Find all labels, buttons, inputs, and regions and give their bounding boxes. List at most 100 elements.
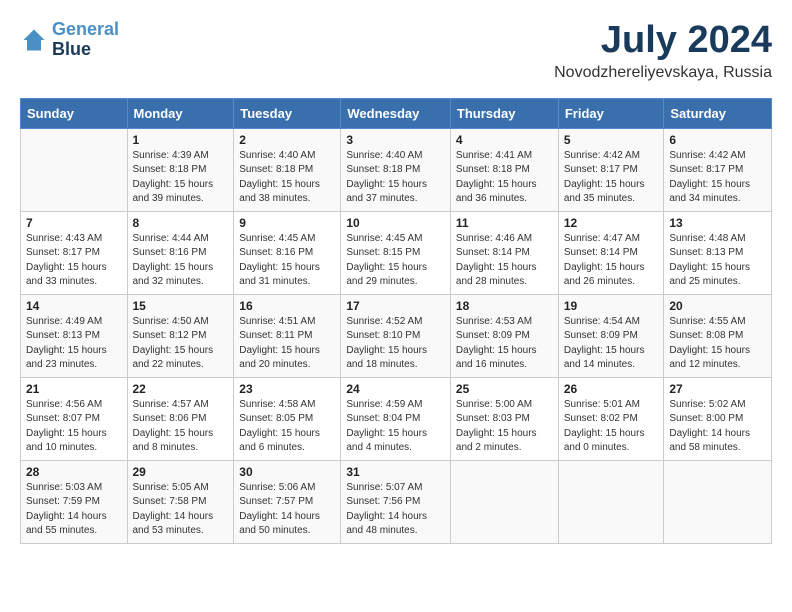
day-info: Sunrise: 4:54 AMSunset: 8:09 PMDaylight:… xyxy=(564,315,659,373)
calendar-cell: 3 Sunrise: 4:40 AMSunset: 8:18 PMDaylight… xyxy=(341,128,451,211)
column-header-friday: Friday xyxy=(558,98,664,128)
day-number: 18 xyxy=(456,299,553,313)
calendar-table: SundayMondayTuesdayWednesdayThursdayFrid… xyxy=(20,98,772,544)
calendar-body: 1 Sunrise: 4:39 AMSunset: 8:18 PMDaylight… xyxy=(21,128,772,543)
day-number: 15 xyxy=(133,299,229,313)
day-info: Sunrise: 4:57 AMSunset: 8:06 PMDaylight:… xyxy=(133,398,229,456)
calendar-cell: 12Sunrise: 4:47 AMSunset: 8:14 PMDayligh… xyxy=(558,211,664,294)
logo: General Blue xyxy=(20,20,119,60)
logo-text: General Blue xyxy=(52,20,119,60)
day-info: Sunrise: 4:55 AMSunset: 8:08 PMDaylight:… xyxy=(669,315,766,373)
day-info: Sunrise: 4:43 AMSunset: 8:17 PMDaylight:… xyxy=(26,232,122,290)
day-info: Sunrise: 4:50 AMSunset: 8:12 PMDaylight:… xyxy=(133,315,229,373)
calendar-cell: 20 Sunrise: 4:55 AMSunset: 8:08 PMDayligh… xyxy=(664,294,772,377)
day-number: 30 xyxy=(239,465,335,479)
calendar-cell: 2 Sunrise: 4:40 AMSunset: 8:18 PMDaylight… xyxy=(234,128,341,211)
day-info: Sunrise: 4:45 AMSunset: 8:16 PMDaylight:… xyxy=(239,232,335,290)
day-number: 25 xyxy=(456,382,553,396)
calendar-cell: 14Sunrise: 4:49 AMSunset: 8:13 PMDayligh… xyxy=(21,294,128,377)
calendar-cell: 1 Sunrise: 4:39 AMSunset: 8:18 PMDaylight… xyxy=(127,128,234,211)
calendar-cell xyxy=(558,460,664,543)
day-info: Sunrise: 4:51 AMSunset: 8:11 PMDaylight:… xyxy=(239,315,335,373)
column-header-wednesday: Wednesday xyxy=(341,98,451,128)
calendar-cell xyxy=(450,460,558,543)
day-info: Sunrise: 4:48 AMSunset: 8:13 PMDaylight:… xyxy=(669,232,766,290)
day-number: 28 xyxy=(26,465,122,479)
calendar-cell xyxy=(664,460,772,543)
calendar-week-5: 28 Sunrise: 5:03 AMSunset: 7:59 PMDayligh… xyxy=(21,460,772,543)
day-info: Sunrise: 4:58 AMSunset: 8:05 PMDaylight:… xyxy=(239,398,335,456)
calendar-cell: 30 Sunrise: 5:06 AMSunset: 7:57 PMDayligh… xyxy=(234,460,341,543)
day-number: 23 xyxy=(239,382,335,396)
day-number: 14 xyxy=(26,299,122,313)
calendar-cell: 18 Sunrise: 4:53 AMSunset: 8:09 PMDayligh… xyxy=(450,294,558,377)
day-number: 4 xyxy=(456,133,553,147)
calendar-cell: 19 Sunrise: 4:54 AMSunset: 8:09 PMDayligh… xyxy=(558,294,664,377)
day-info: Sunrise: 4:39 AMSunset: 8:18 PMDaylight:… xyxy=(133,149,229,207)
calendar-cell: 29 Sunrise: 5:05 AMSunset: 7:58 PMDayligh… xyxy=(127,460,234,543)
day-info: Sunrise: 5:06 AMSunset: 7:57 PMDaylight:… xyxy=(239,481,335,539)
logo-icon xyxy=(20,26,48,54)
calendar-week-4: 21Sunrise: 4:56 AMSunset: 8:07 PMDayligh… xyxy=(21,377,772,460)
day-number: 22 xyxy=(133,382,229,396)
day-info: Sunrise: 5:05 AMSunset: 7:58 PMDaylight:… xyxy=(133,481,229,539)
calendar-cell: 15 Sunrise: 4:50 AMSunset: 8:12 PMDayligh… xyxy=(127,294,234,377)
day-number: 8 xyxy=(133,216,229,230)
calendar-header-row: SundayMondayTuesdayWednesdayThursdayFrid… xyxy=(21,98,772,128)
day-number: 2 xyxy=(239,133,335,147)
day-number: 19 xyxy=(564,299,659,313)
calendar-cell: 22 Sunrise: 4:57 AMSunset: 8:06 PMDayligh… xyxy=(127,377,234,460)
day-number: 7 xyxy=(26,216,122,230)
calendar-cell: 26 Sunrise: 5:01 AMSunset: 8:02 PMDayligh… xyxy=(558,377,664,460)
day-number: 20 xyxy=(669,299,766,313)
day-info: Sunrise: 4:46 AMSunset: 8:14 PMDaylight:… xyxy=(456,232,553,290)
calendar-cell: 16 Sunrise: 4:51 AMSunset: 8:11 PMDayligh… xyxy=(234,294,341,377)
day-number: 29 xyxy=(133,465,229,479)
calendar-cell: 17 Sunrise: 4:52 AMSunset: 8:10 PMDayligh… xyxy=(341,294,451,377)
calendar-cell: 5 Sunrise: 4:42 AMSunset: 8:17 PMDaylight… xyxy=(558,128,664,211)
day-info: Sunrise: 4:59 AMSunset: 8:04 PMDaylight:… xyxy=(346,398,445,456)
day-number: 31 xyxy=(346,465,445,479)
calendar-cell: 31 Sunrise: 5:07 AMSunset: 7:56 PMDayligh… xyxy=(341,460,451,543)
day-number: 6 xyxy=(669,133,766,147)
calendar-cell: 11 Sunrise: 4:46 AMSunset: 8:14 PMDayligh… xyxy=(450,211,558,294)
day-info: Sunrise: 4:42 AMSunset: 8:17 PMDaylight:… xyxy=(564,149,659,207)
day-info: Sunrise: 5:00 AMSunset: 8:03 PMDaylight:… xyxy=(456,398,553,456)
day-number: 17 xyxy=(346,299,445,313)
calendar-cell: 10Sunrise: 4:45 AMSunset: 8:15 PMDayligh… xyxy=(341,211,451,294)
day-info: Sunrise: 4:47 AMSunset: 8:14 PMDaylight:… xyxy=(564,232,659,290)
page-header: General Blue July 2024 Novodzhereliyevsk… xyxy=(20,20,772,82)
day-number: 16 xyxy=(239,299,335,313)
day-info: Sunrise: 5:03 AMSunset: 7:59 PMDaylight:… xyxy=(26,481,122,539)
day-info: Sunrise: 4:40 AMSunset: 8:18 PMDaylight:… xyxy=(239,149,335,207)
day-info: Sunrise: 5:01 AMSunset: 8:02 PMDaylight:… xyxy=(564,398,659,456)
day-number: 5 xyxy=(564,133,659,147)
calendar-cell: 23 Sunrise: 4:58 AMSunset: 8:05 PMDayligh… xyxy=(234,377,341,460)
calendar-week-3: 14Sunrise: 4:49 AMSunset: 8:13 PMDayligh… xyxy=(21,294,772,377)
day-number: 11 xyxy=(456,216,553,230)
month-title: July 2024 xyxy=(554,20,772,62)
day-info: Sunrise: 4:40 AMSunset: 8:18 PMDaylight:… xyxy=(346,149,445,207)
day-number: 26 xyxy=(564,382,659,396)
calendar-cell: 25 Sunrise: 5:00 AMSunset: 8:03 PMDayligh… xyxy=(450,377,558,460)
calendar-cell: 21Sunrise: 4:56 AMSunset: 8:07 PMDayligh… xyxy=(21,377,128,460)
day-info: Sunrise: 5:07 AMSunset: 7:56 PMDaylight:… xyxy=(346,481,445,539)
day-number: 13 xyxy=(669,216,766,230)
day-info: Sunrise: 4:53 AMSunset: 8:09 PMDaylight:… xyxy=(456,315,553,373)
day-info: Sunrise: 4:45 AMSunset: 8:15 PMDaylight:… xyxy=(346,232,445,290)
column-header-saturday: Saturday xyxy=(664,98,772,128)
calendar-cell: 8Sunrise: 4:44 AMSunset: 8:16 PMDaylight… xyxy=(127,211,234,294)
day-number: 21 xyxy=(26,382,122,396)
calendar-week-2: 7 Sunrise: 4:43 AMSunset: 8:17 PMDaylight… xyxy=(21,211,772,294)
day-number: 27 xyxy=(669,382,766,396)
day-number: 1 xyxy=(133,133,229,147)
calendar-cell: 4Sunrise: 4:41 AMSunset: 8:18 PMDaylight… xyxy=(450,128,558,211)
title-area: July 2024 Novodzhereliyevskaya, Russia xyxy=(554,20,772,82)
day-info: Sunrise: 4:52 AMSunset: 8:10 PMDaylight:… xyxy=(346,315,445,373)
day-info: Sunrise: 4:42 AMSunset: 8:17 PMDaylight:… xyxy=(669,149,766,207)
calendar-cell: 13 Sunrise: 4:48 AMSunset: 8:13 PMDayligh… xyxy=(664,211,772,294)
day-number: 3 xyxy=(346,133,445,147)
day-info: Sunrise: 5:02 AMSunset: 8:00 PMDaylight:… xyxy=(669,398,766,456)
day-number: 24 xyxy=(346,382,445,396)
day-number: 9 xyxy=(239,216,335,230)
